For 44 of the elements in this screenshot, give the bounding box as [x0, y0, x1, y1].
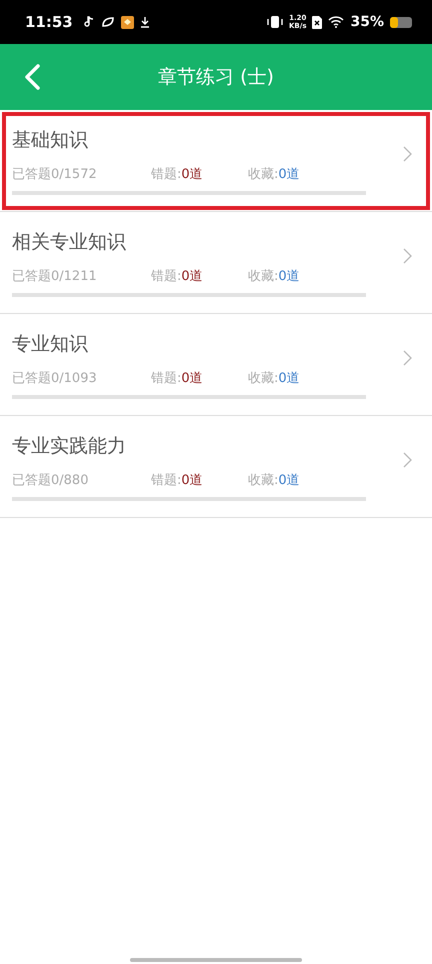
chapter-item[interactable]: 专业实践能力 已答题0/880 错题:0道 收藏:0道 — [0, 416, 432, 518]
favorite-label: 收藏: — [248, 166, 278, 182]
chapter-item[interactable]: 相关专业知识 已答题0/1211 错题:0道 收藏:0道 — [0, 212, 432, 314]
chevron-right-icon — [403, 248, 412, 264]
chevron-right-icon — [403, 452, 412, 468]
wrong-count: 0道 — [181, 268, 203, 284]
wrong-label: 错题: — [151, 268, 182, 284]
leaf-icon — [100, 16, 115, 28]
music-note-icon — [82, 16, 95, 28]
wrong-count: 0道 — [181, 166, 203, 182]
answered-count: 已答题0/880 — [12, 472, 90, 488]
chapter-item[interactable]: 基础知识 已答题0/1572 错题:0道 收藏:0道 — [0, 110, 432, 212]
battery-icon — [390, 16, 412, 28]
status-time: 11:53 — [25, 13, 73, 31]
favorite-label: 收藏: — [248, 268, 278, 284]
chapter-item[interactable]: 专业知识 已答题0/1093 错题:0道 收藏:0道 — [0, 314, 432, 416]
chapter-title: 基础知识 — [12, 128, 89, 152]
sim-icon — [312, 16, 322, 28]
favorite-label: 收藏: — [248, 472, 278, 488]
answered-count: 已答题0/1211 — [12, 268, 98, 284]
chapter-title: 专业知识 — [12, 332, 89, 356]
wifi-icon — [328, 16, 344, 28]
favorite-count: 0道 — [278, 472, 300, 488]
wrong-label: 错题: — [151, 370, 182, 386]
chevron-right-icon — [403, 146, 412, 162]
wrong-label: 错题: — [151, 166, 182, 182]
favorite-label: 收藏: — [248, 370, 278, 386]
chevron-right-icon — [403, 350, 412, 366]
answered-count: 已答题0/1093 — [12, 370, 98, 386]
favorite-count: 0道 — [278, 166, 300, 182]
wrong-count: 0道 — [181, 472, 203, 488]
wrong-count: 0道 — [181, 370, 203, 386]
favorite-count: 0道 — [278, 268, 300, 284]
vibrate-icon — [267, 15, 283, 29]
chapter-title: 相关专业知识 — [12, 230, 127, 254]
app-icon — [120, 16, 134, 28]
back-icon — [24, 64, 40, 90]
chapter-title: 专业实践能力 — [12, 434, 127, 458]
favorite-count: 0道 — [278, 370, 300, 386]
answered-count: 已答题0/1572 — [12, 166, 98, 182]
download-icon — [140, 16, 150, 28]
battery-percent: 35% — [350, 14, 384, 30]
page-title: 章节练习 (士) — [158, 65, 274, 90]
wrong-label: 错题: — [151, 472, 182, 488]
